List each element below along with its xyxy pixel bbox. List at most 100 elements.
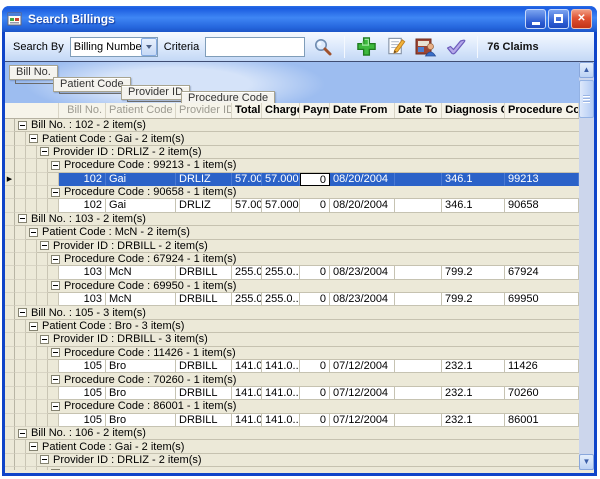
- maximize-button[interactable]: [548, 9, 569, 29]
- group-header-cell[interactable]: Procedure Code : 99213 - 1 item(s): [48, 159, 579, 172]
- collapse-toggle-icon[interactable]: [18, 429, 27, 438]
- cell-patient_code[interactable]: Bro: [106, 387, 176, 400]
- cell-charges[interactable]: 141.0...: [262, 414, 300, 427]
- column-header-procedure_code[interactable]: Procedure Code: [505, 103, 579, 118]
- group-header-cell[interactable]: [48, 467, 579, 470]
- cell-procedure_code[interactable]: 67924: [505, 266, 579, 279]
- cell-date_from[interactable]: 08/20/2004: [330, 199, 395, 212]
- criteria-input[interactable]: [205, 37, 305, 57]
- scroll-down-icon[interactable]: ▼: [579, 454, 594, 470]
- cell-date_from[interactable]: 08/20/2004: [330, 173, 395, 186]
- cell-patient_code[interactable]: Bro: [106, 360, 176, 373]
- cell-bill_no[interactable]: 105: [59, 360, 106, 373]
- group-header-cell[interactable]: Procedure Code : 86001 - 1 item(s): [48, 400, 579, 413]
- cell-total[interactable]: 255.0...: [232, 266, 262, 279]
- cell-diagnosis_code[interactable]: 799.2: [442, 266, 505, 279]
- column-header-bill_no[interactable]: Bill No.: [59, 103, 106, 118]
- collapse-toggle-icon[interactable]: [18, 121, 27, 130]
- cell-date_from[interactable]: 07/12/2004: [330, 414, 395, 427]
- cell-bill_no[interactable]: 105: [59, 387, 106, 400]
- column-header-patient_code[interactable]: Patient Code: [106, 103, 176, 118]
- add-button[interactable]: [354, 35, 378, 59]
- group-header-cell[interactable]: Provider ID : DRLIZ - 2 item(s): [37, 454, 579, 467]
- cell-procedure_code[interactable]: 86001: [505, 414, 579, 427]
- group-header-cell[interactable]: Procedure Code : 69950 - 1 item(s): [48, 280, 579, 293]
- cell-procedure_code[interactable]: 69950: [505, 293, 579, 306]
- cell-charges[interactable]: 57.0000: [262, 173, 300, 186]
- cell-bill_no[interactable]: 103: [59, 293, 106, 306]
- cell-procedure_code[interactable]: 11426: [505, 360, 579, 373]
- cell-charges[interactable]: 255.0...: [262, 266, 300, 279]
- group-row[interactable]: Provider ID : DRBILL - 2 item(s): [5, 240, 579, 253]
- group-header-cell[interactable]: Bill No. : 106 - 2 item(s): [15, 427, 579, 440]
- group-row[interactable]: Procedure Code : 90658 - 1 item(s): [5, 186, 579, 199]
- cell-date_to[interactable]: [395, 360, 442, 373]
- column-header-diagnosis_code[interactable]: Diagnosis Code: [442, 103, 505, 118]
- close-button[interactable]: ✕: [571, 9, 592, 29]
- edit-button[interactable]: [384, 35, 408, 59]
- group-by-field[interactable]: Procedure Code: [181, 91, 275, 103]
- scrollbar-thumb[interactable]: [579, 80, 594, 118]
- group-header-cell[interactable]: Bill No. : 103 - 2 item(s): [15, 213, 579, 226]
- group-row[interactable]: Provider ID : DRLIZ - 2 item(s): [5, 146, 579, 159]
- cell-patient_code[interactable]: McN: [106, 266, 176, 279]
- data-row[interactable]: 103McNDRBILL255.0...255.0...008/23/20047…: [5, 266, 579, 279]
- search-by-dropdown[interactable]: Billing Number: [70, 37, 158, 57]
- cell-procedure_code[interactable]: 99213: [505, 173, 579, 186]
- cell-date_from[interactable]: 08/23/2004: [330, 266, 395, 279]
- cell-patient_code[interactable]: Gai: [106, 173, 176, 186]
- cell-payment[interactable]: 0: [300, 360, 330, 373]
- cell-charges[interactable]: 255.0...: [262, 293, 300, 306]
- collapse-toggle-icon[interactable]: [40, 241, 49, 250]
- collapse-toggle-icon[interactable]: [51, 469, 60, 470]
- group-row[interactable]: Provider ID : DRLIZ - 2 item(s): [5, 454, 579, 467]
- apply-button[interactable]: [444, 35, 468, 59]
- group-header-cell[interactable]: Provider ID : DRBILL - 3 item(s): [37, 333, 579, 346]
- collapse-toggle-icon[interactable]: [29, 322, 38, 331]
- search-button[interactable]: [311, 35, 335, 59]
- group-header-cell[interactable]: Bill No. : 102 - 2 item(s): [15, 119, 579, 132]
- data-row[interactable]: 105BroDRBILL141.0...141.0...007/12/20042…: [5, 387, 579, 400]
- cell-payment[interactable]: 0: [300, 173, 330, 186]
- collapse-toggle-icon[interactable]: [29, 228, 38, 237]
- cell-date_to[interactable]: [395, 293, 442, 306]
- cell-date_from[interactable]: 07/12/2004: [330, 360, 395, 373]
- cell-payment[interactable]: 0: [300, 414, 330, 427]
- data-row[interactable]: 105BroDRBILL141.0...141.0...007/12/20042…: [5, 360, 579, 373]
- group-header-cell[interactable]: Procedure Code : 90658 - 1 item(s): [48, 186, 579, 199]
- titlebar[interactable]: Search Billings ✕: [2, 6, 597, 32]
- column-header-charges[interactable]: Charges: [262, 103, 300, 118]
- group-row[interactable]: Patient Code : McN - 2 item(s): [5, 226, 579, 239]
- group-row[interactable]: Procedure Code : 70260 - 1 item(s): [5, 373, 579, 386]
- collapse-toggle-icon[interactable]: [51, 255, 60, 264]
- cell-charges[interactable]: 57.0000: [262, 199, 300, 212]
- group-header-cell[interactable]: Bill No. : 105 - 3 item(s): [15, 306, 579, 319]
- cell-total[interactable]: 141.0...: [232, 387, 262, 400]
- cell-patient_code[interactable]: Bro: [106, 414, 176, 427]
- cell-provider_id[interactable]: DRBILL: [176, 266, 232, 279]
- cell-provider_id[interactable]: DRBILL: [176, 414, 232, 427]
- column-header-date_from[interactable]: Date From: [330, 103, 395, 118]
- cell-provider_id[interactable]: DRBILL: [176, 360, 232, 373]
- collapse-toggle-icon[interactable]: [51, 402, 60, 411]
- collapse-toggle-icon[interactable]: [18, 214, 27, 223]
- cell-diagnosis_code[interactable]: 799.2: [442, 293, 505, 306]
- cell-diagnosis_code[interactable]: 232.1: [442, 360, 505, 373]
- cell-bill_no[interactable]: 105: [59, 414, 106, 427]
- cell-diagnosis_code[interactable]: 346.1: [442, 173, 505, 186]
- collapse-toggle-icon[interactable]: [51, 348, 60, 357]
- cell-diagnosis_code[interactable]: 232.1: [442, 414, 505, 427]
- collapse-toggle-icon[interactable]: [40, 335, 49, 344]
- cell-total[interactable]: 141.0...: [232, 414, 262, 427]
- column-header-payment[interactable]: Payme...: [300, 103, 330, 118]
- group-row[interactable]: Procedure Code : 11426 - 1 item(s): [5, 347, 579, 360]
- group-header-cell[interactable]: Patient Code : Gai - 2 item(s): [26, 440, 579, 453]
- cell-provider_id[interactable]: DRLIZ: [176, 173, 232, 186]
- group-row[interactable]: Procedure Code : 69950 - 1 item(s): [5, 280, 579, 293]
- collapse-toggle-icon[interactable]: [29, 442, 38, 451]
- group-row[interactable]: Patient Code : Bro - 3 item(s): [5, 320, 579, 333]
- cell-procedure_code[interactable]: 70260: [505, 387, 579, 400]
- column-header-date_to[interactable]: Date To: [395, 103, 442, 118]
- collapse-toggle-icon[interactable]: [51, 161, 60, 170]
- group-row[interactable]: Procedure Code : 67924 - 1 item(s): [5, 253, 579, 266]
